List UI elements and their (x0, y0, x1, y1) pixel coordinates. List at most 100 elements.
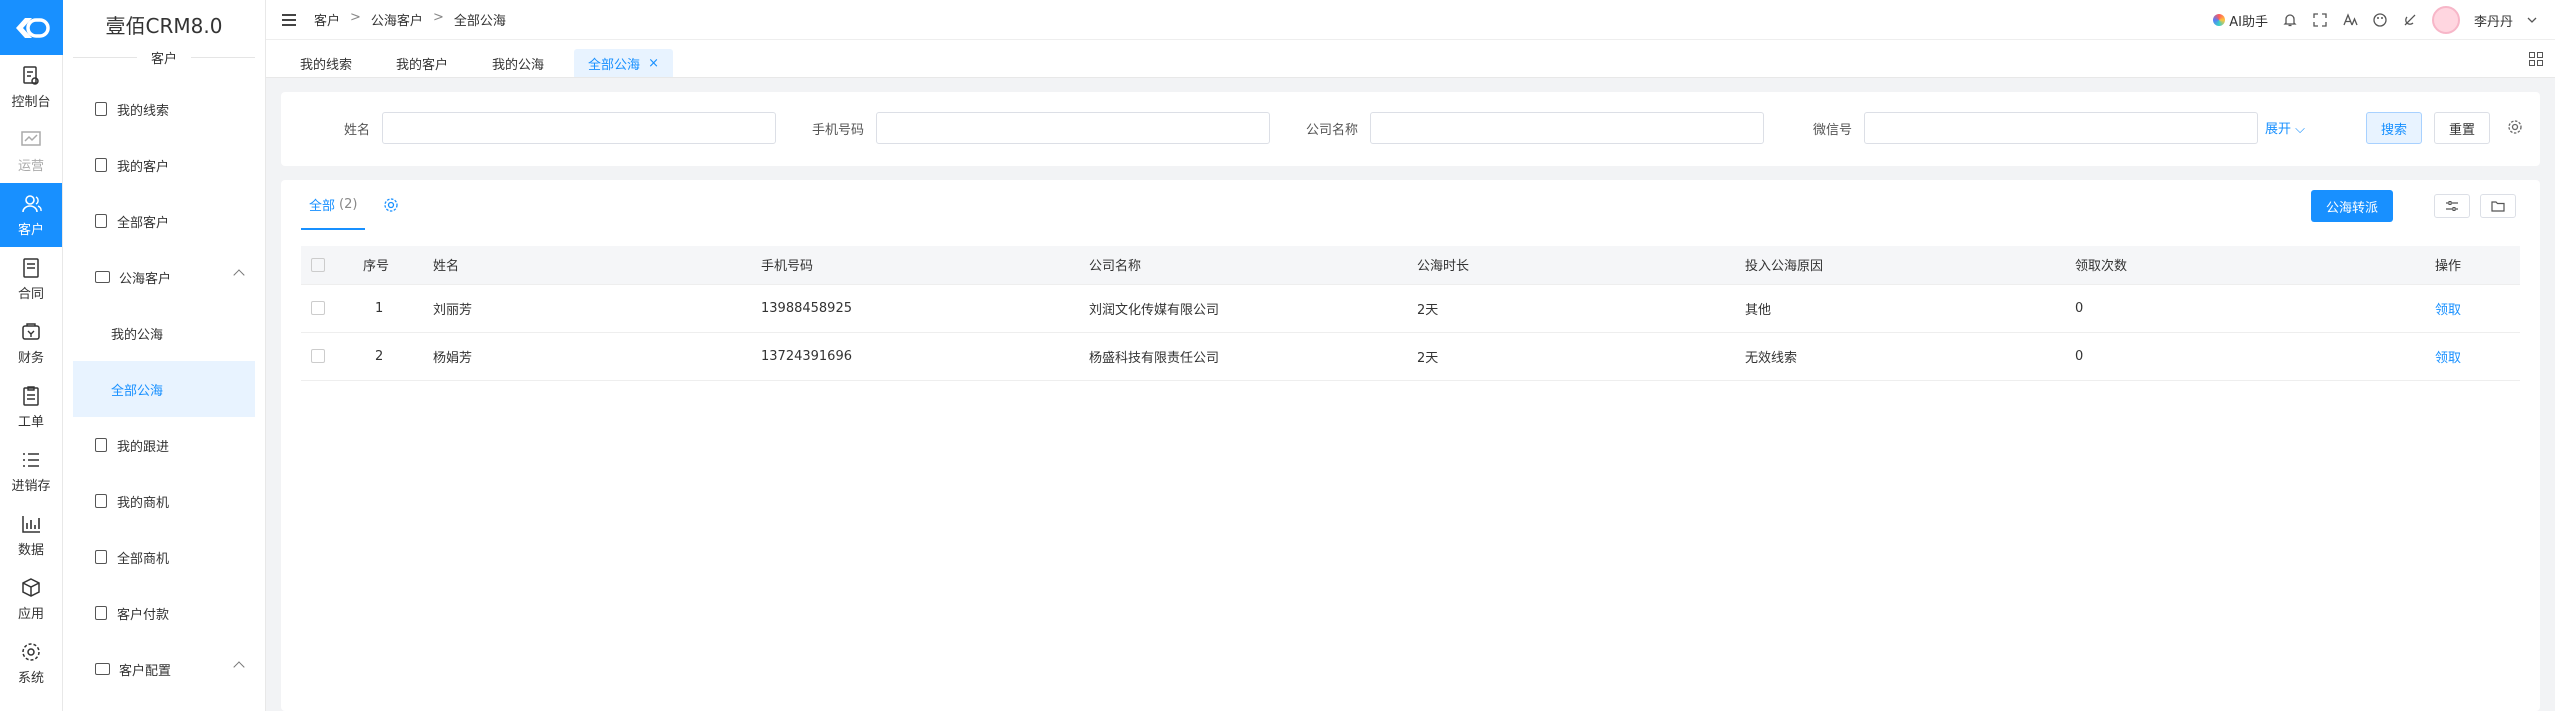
tab-my-pool[interactable]: 我的公海 (478, 49, 558, 77)
rail-item-label: 工单 (17, 414, 44, 430)
pool-duration: 2天 (1417, 284, 1745, 333)
wechat-input[interactable] (1864, 112, 2258, 144)
file-icon (95, 102, 107, 116)
ticket-icon (23, 385, 39, 406)
close-icon[interactable]: × (648, 56, 659, 71)
rail-item-label: 控制台 (11, 94, 51, 110)
table-row: 2 杨娟芳 13724391696 杨盛科技有限责任公司 2天 无效线索 0 领… (301, 332, 2520, 381)
section-title: 客户 (63, 48, 265, 67)
ai-assistant-button[interactable]: AI助手 (2213, 11, 2268, 30)
submenu-group-public-pool[interactable]: 公海客户 (63, 249, 265, 305)
pool-transfer-button[interactable]: 公海转派 (2311, 190, 2394, 222)
customer-name: 刘丽芳 (433, 284, 761, 333)
file-icon (95, 214, 107, 228)
submenu-item-my-leads[interactable]: 我的线索 (63, 81, 265, 137)
tab-all[interactable]: 全部 (2) (301, 180, 366, 230)
font-size-icon[interactable] (2342, 12, 2358, 28)
tab-my-leads[interactable]: 我的线索 (286, 49, 366, 77)
fullscreen-icon[interactable] (2312, 12, 2328, 28)
file-icon (95, 158, 107, 172)
submenu-item-my-customers[interactable]: 我的客户 (63, 137, 265, 193)
gear-icon[interactable] (2507, 119, 2523, 135)
action-cell: 领取 (2435, 284, 2520, 333)
row-checkbox[interactable] (311, 349, 325, 363)
rail-item-contract[interactable]: 合同 (0, 247, 62, 311)
submenu-item-all-customers[interactable]: 全部客户 (63, 193, 265, 249)
breadcrumb-separator: > (432, 10, 444, 25)
submenu-item-all-opportunities[interactable]: 全部商机 (63, 529, 265, 585)
claim-link[interactable]: 领取 (2435, 303, 2461, 318)
breadcrumb-separator: > (350, 10, 361, 25)
chevron-up-icon (233, 269, 245, 281)
breadcrumb-item[interactable]: 客户 (314, 10, 340, 29)
phone-number: 13724391696 (761, 332, 1089, 381)
name-input[interactable] (382, 112, 776, 144)
rail-item-label: 系统 (17, 670, 44, 686)
row-checkbox[interactable] (311, 301, 325, 315)
palette-icon[interactable] (2372, 12, 2388, 28)
customer-icon (22, 194, 42, 212)
rail-item-dashboard[interactable]: 控制台 (0, 55, 62, 119)
submenu-item-my-followups[interactable]: 我的跟进 (63, 417, 265, 473)
tab-all-pool[interactable]: 全部公海 × (574, 49, 673, 77)
column-header: 手机号码 (761, 246, 1089, 285)
bell-icon[interactable] (2282, 12, 2298, 28)
table-header-row: 序号 姓名 手机号码 公司名称 公海时长 投入公海原因 领取次数 操作 (301, 246, 2520, 285)
company-name: 杨盛科技有限责任公司 (1089, 332, 1417, 381)
reset-button[interactable]: 重置 (2434, 112, 2490, 144)
view-settings-icon[interactable] (383, 197, 399, 213)
folder-icon (95, 663, 110, 675)
rail-item-inventory[interactable]: 进销存 (0, 439, 62, 503)
list-panel: 全部 (2) 公海转派 序号 姓名 手机号码 公司名称 公海时长 投入公海原因 领… (281, 180, 2540, 711)
phone-input[interactable] (876, 112, 1270, 144)
claim-count: 0 (2075, 284, 2435, 333)
search-panel: 姓名 手机号码 公司名称 微信号 展开 ⌵ 搜索 重置 (281, 92, 2540, 166)
ai-icon (2213, 14, 2226, 26)
sub-menu: 壹佰CRM8.0 客户 我的线索 我的客户 全部客户 公海客户 我的公海 全部公… (63, 0, 266, 711)
column-filter-button[interactable] (2434, 194, 2470, 218)
rail-item-data[interactable]: 数据 (0, 503, 62, 567)
rail-item-finance[interactable]: 财务 (0, 311, 62, 375)
pool-reason: 无效线索 (1745, 332, 2075, 381)
rail-item-apps[interactable]: 应用 (0, 567, 62, 631)
phone-number: 13988458925 (761, 284, 1089, 333)
submenu-item-my-opportunities[interactable]: 我的商机 (63, 473, 265, 529)
expand-toggle[interactable]: 展开 ⌵ (2265, 118, 2305, 137)
row-select-cell (301, 332, 363, 381)
column-header: 序号 (363, 246, 433, 285)
select-all-checkbox[interactable] (311, 257, 325, 272)
contract-icon (23, 257, 39, 278)
grid-menu-icon[interactable] (2529, 52, 2543, 66)
company-input[interactable] (1370, 112, 1764, 144)
rail-item-label: 客户 (17, 222, 44, 238)
file-icon (95, 438, 107, 452)
rail-item-label: 进销存 (11, 478, 51, 494)
breadcrumb-item[interactable]: 公海客户 (371, 10, 423, 29)
submenu-item-my-pool[interactable]: 我的公海 (63, 305, 265, 361)
app-logo[interactable] (0, 0, 63, 55)
rail-item-system[interactable]: 系统 (0, 631, 62, 695)
chevron-up-icon (233, 661, 245, 673)
submenu-group-customer-config[interactable]: 客户配置 (63, 641, 265, 697)
submenu-item-customer-payments[interactable]: 客户付款 (63, 585, 265, 641)
main-nav-rail: 控制台运营客户合同 财务工单进销存数据 应用系统 (0, 0, 63, 711)
finance-icon (22, 322, 40, 340)
company-filter: 公司名称 (1298, 112, 1764, 144)
search-button[interactable]: 搜索 (2366, 112, 2422, 144)
operations-icon (21, 130, 41, 146)
theme-icon[interactable] (2402, 12, 2418, 28)
export-button[interactable] (2480, 194, 2516, 218)
avatar[interactable] (2431, 6, 2460, 34)
rail-item-customer[interactable]: 客户 (0, 183, 62, 247)
chevron-down-icon[interactable] (2527, 15, 2537, 25)
rail-item-operations[interactable]: 运营 (0, 119, 62, 183)
claim-link[interactable]: 领取 (2435, 351, 2461, 366)
top-bar: 客户 > 公海客户 > 全部公海 AI助手 李丹丹 (266, 0, 2555, 40)
row-select-cell (301, 284, 363, 333)
tab-my-customers[interactable]: 我的客户 (382, 49, 462, 77)
menu-toggle-icon[interactable] (282, 13, 296, 26)
user-name[interactable]: 李丹丹 (2474, 11, 2513, 30)
rail-item-ticket[interactable]: 工单 (0, 375, 62, 439)
submenu-item-all-pool[interactable]: 全部公海 (73, 361, 255, 417)
column-header: 领取次数 (2075, 246, 2435, 285)
